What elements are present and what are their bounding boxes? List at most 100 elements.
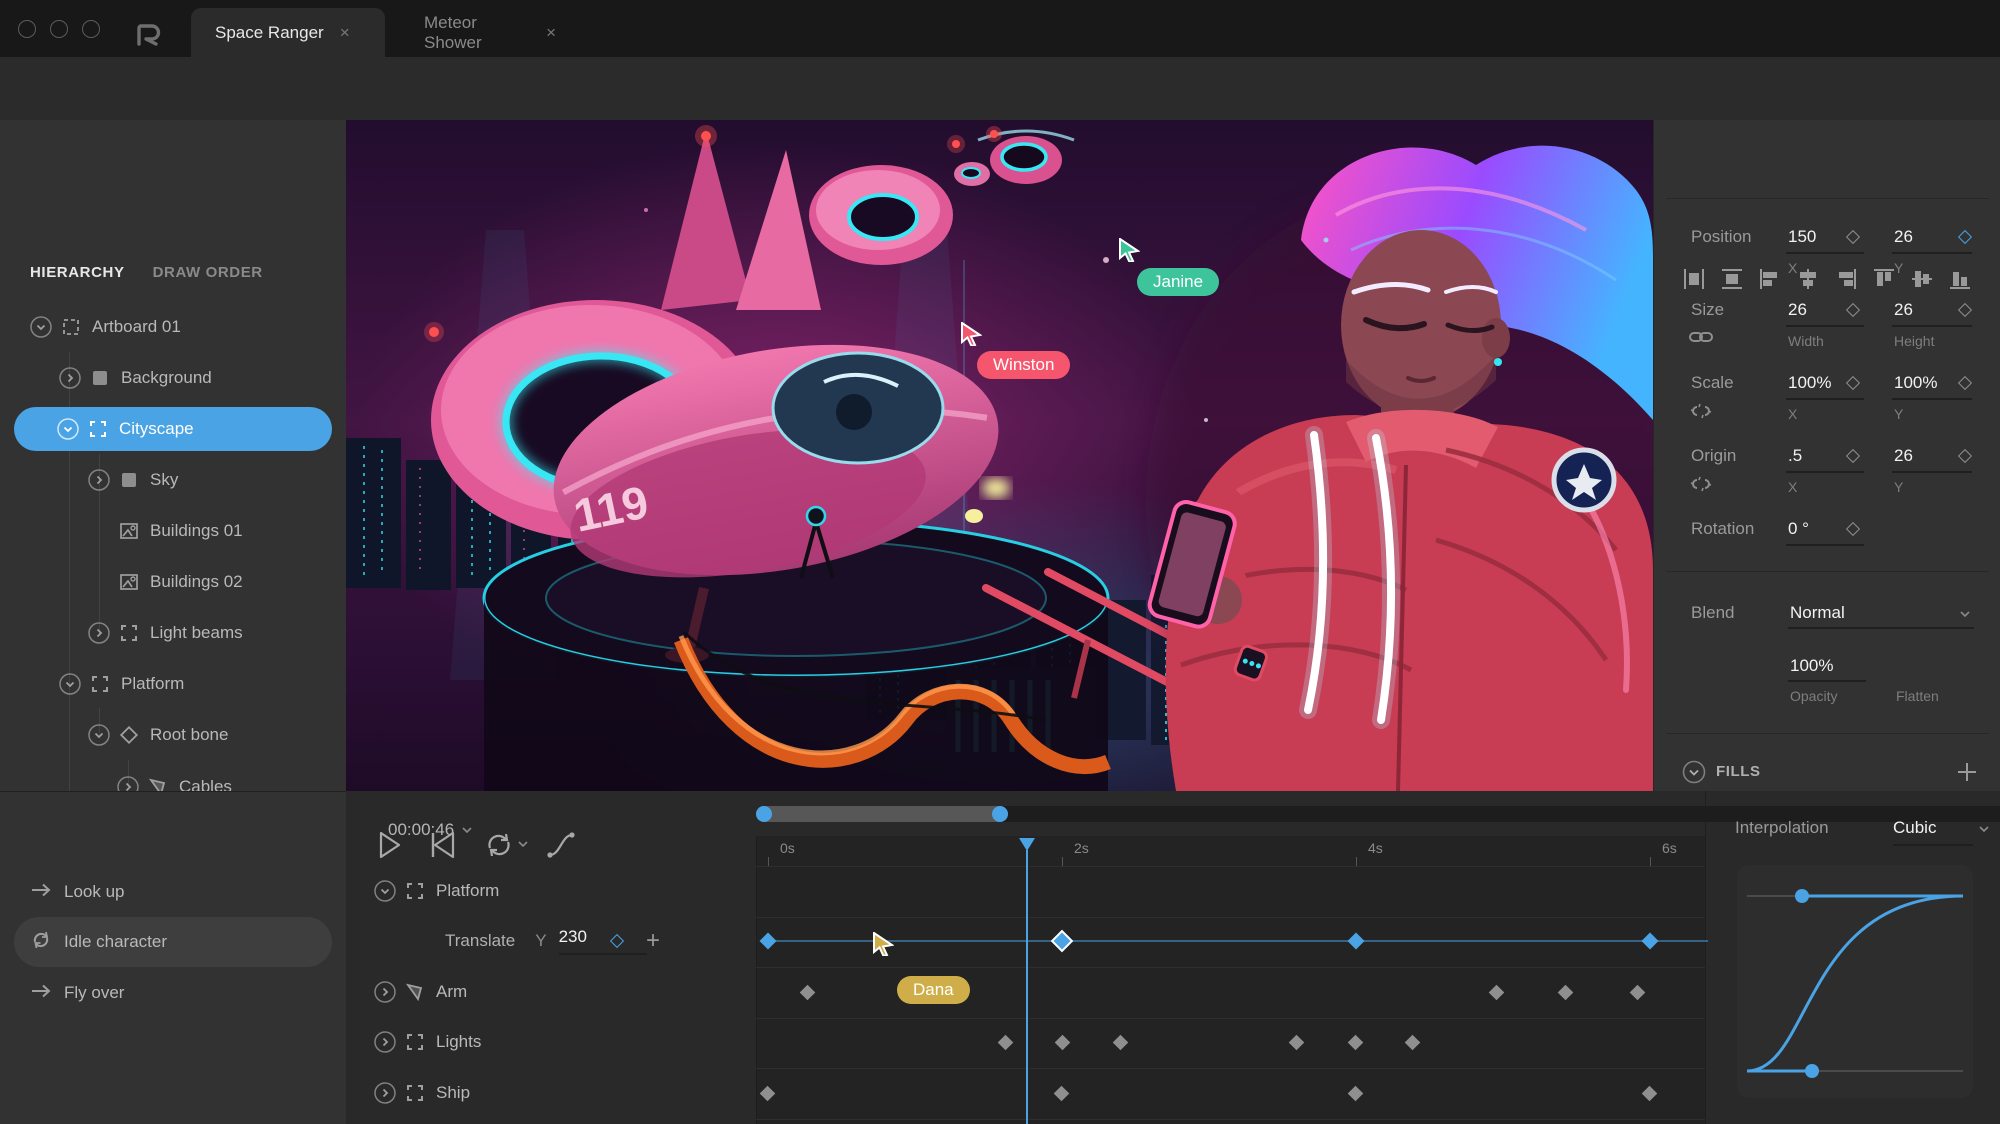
timeline-row-label[interactable]: Lights bbox=[436, 1032, 481, 1052]
align-center-vertical-icon[interactable] bbox=[1910, 267, 1934, 291]
interpolation-dropdown[interactable]: Cubic bbox=[1893, 818, 1936, 838]
expander-down-icon[interactable] bbox=[57, 418, 79, 440]
align-right-icon[interactable] bbox=[1834, 267, 1858, 291]
expander-right-icon[interactable] bbox=[88, 622, 110, 644]
canvas-stage[interactable]: 119 bbox=[346, 120, 1653, 791]
chevron-down-icon[interactable] bbox=[1960, 611, 1970, 617]
scrollbar-right-handle[interactable] bbox=[992, 806, 1008, 822]
curve-in-handle[interactable] bbox=[1795, 889, 1809, 903]
hierarchy-item-label[interactable]: Root bone bbox=[150, 725, 228, 745]
scrollbar-left-handle[interactable] bbox=[756, 806, 772, 822]
expander-right-icon[interactable] bbox=[374, 981, 396, 1003]
rotation-field[interactable]: 0 ° bbox=[1788, 519, 1809, 539]
scale-x-keyframe-diamond[interactable] bbox=[1846, 376, 1860, 390]
document-tab-meteor-shower[interactable]: Meteor Shower × bbox=[400, 8, 580, 57]
chevron-down-icon[interactable] bbox=[518, 841, 528, 847]
origin-x-field[interactable]: .5 bbox=[1788, 446, 1802, 466]
hierarchy-item-buildings-01[interactable]: Buildings 01 bbox=[0, 509, 346, 553]
broken-link-icon[interactable] bbox=[1689, 476, 1713, 492]
timeline-row-lights[interactable]: Lights bbox=[346, 1017, 756, 1067]
size-height-keyframe-diamond[interactable] bbox=[1958, 303, 1972, 317]
scale-y-keyframe-diamond[interactable] bbox=[1958, 376, 1972, 390]
timeline-track-area[interactable] bbox=[756, 836, 1705, 1124]
align-center-horizontal-icon[interactable] bbox=[1796, 267, 1820, 291]
animation-item-label[interactable]: Fly over bbox=[64, 983, 124, 1003]
expander-right-icon[interactable] bbox=[59, 367, 81, 389]
add-keyframe-icon[interactable]: + bbox=[646, 931, 660, 951]
origin-x-keyframe-diamond[interactable] bbox=[1846, 449, 1860, 463]
hierarchy-item-sky[interactable]: Sky bbox=[0, 458, 346, 502]
align-top-icon[interactable] bbox=[1872, 267, 1896, 291]
hierarchy-item-label[interactable]: Sky bbox=[150, 470, 178, 490]
hierarchy-item-label[interactable]: Light beams bbox=[150, 623, 243, 643]
expander-right-icon[interactable] bbox=[374, 1082, 396, 1104]
align-bottom-icon[interactable] bbox=[1948, 267, 1972, 291]
position-y-keyframe-diamond[interactable] bbox=[1958, 230, 1972, 244]
timeline-row-platform[interactable]: Platform bbox=[346, 866, 756, 916]
tab-draw-order[interactable]: DRAW ORDER bbox=[153, 264, 263, 281]
animation-item-fly-over[interactable]: Fly over bbox=[0, 968, 346, 1018]
hierarchy-item-root-bone[interactable]: Root bone bbox=[0, 713, 346, 757]
hierarchy-item-cityscape[interactable]: Cityscape bbox=[14, 407, 332, 451]
expander-down-icon[interactable] bbox=[59, 673, 81, 695]
origin-y-keyframe-diamond[interactable] bbox=[1958, 449, 1972, 463]
timeline-ruler[interactable]: 0s2s4s6s bbox=[756, 836, 1705, 868]
distribute-horizontal-icon[interactable] bbox=[1682, 267, 1706, 291]
hierarchy-item-artboard-01[interactable]: Artboard 01 bbox=[0, 305, 346, 349]
hierarchy-item-platform[interactable]: Platform bbox=[0, 662, 346, 706]
timeline-zoom-scrollbar-thumb[interactable] bbox=[756, 806, 1008, 822]
size-width-keyframe-diamond[interactable] bbox=[1846, 303, 1860, 317]
position-y-field[interactable]: 26 bbox=[1894, 227, 1913, 247]
expander-right-icon[interactable] bbox=[374, 1031, 396, 1053]
hierarchy-item-buildings-02[interactable]: Buildings 02 bbox=[0, 560, 346, 604]
timeline-row-translate[interactable]: TranslateY230+ bbox=[346, 916, 756, 966]
align-left-icon[interactable] bbox=[1758, 267, 1782, 291]
hierarchy-item-label[interactable]: Artboard 01 bbox=[92, 317, 181, 337]
expander-down-icon[interactable] bbox=[374, 880, 396, 902]
interpolation-tool-icon[interactable] bbox=[546, 831, 576, 859]
origin-y-field[interactable]: 26 bbox=[1894, 446, 1913, 466]
tab-hierarchy[interactable]: HIERARCHY bbox=[30, 264, 125, 281]
animation-item-idle-character[interactable]: Idle character bbox=[14, 917, 332, 967]
position-x-keyframe-diamond[interactable] bbox=[1846, 230, 1860, 244]
timeline-row-ship[interactable]: Ship bbox=[346, 1068, 756, 1118]
distribute-vertical-icon[interactable] bbox=[1720, 267, 1744, 291]
play-button[interactable] bbox=[378, 831, 402, 859]
scale-y-field[interactable]: 100% bbox=[1894, 373, 1937, 393]
interpolation-curve-editor[interactable] bbox=[1737, 865, 1973, 1098]
skip-to-start-button[interactable] bbox=[430, 831, 456, 859]
window-maximize-button[interactable] bbox=[82, 20, 100, 38]
timeline-row-label[interactable]: Platform bbox=[436, 881, 499, 901]
animation-item-label[interactable]: Look up bbox=[64, 882, 125, 902]
position-x-field[interactable]: 150 bbox=[1788, 227, 1816, 247]
document-tab-space-ranger[interactable]: Space Ranger × bbox=[191, 8, 385, 57]
animation-item-label[interactable]: Idle character bbox=[64, 932, 167, 952]
hierarchy-item-label[interactable]: Platform bbox=[121, 674, 184, 694]
size-width-field[interactable]: 26 bbox=[1788, 300, 1807, 320]
hierarchy-item-label[interactable]: Cityscape bbox=[119, 419, 194, 439]
loop-mode-button[interactable] bbox=[484, 832, 514, 858]
hierarchy-item-label[interactable]: Buildings 02 bbox=[150, 572, 243, 592]
chevron-down-icon[interactable] bbox=[1979, 826, 1989, 832]
rotation-keyframe-diamond[interactable] bbox=[1846, 522, 1860, 536]
timeline-row-label[interactable]: Ship bbox=[436, 1083, 470, 1103]
expander-down-icon[interactable] bbox=[30, 316, 52, 338]
fills-expander-icon[interactable] bbox=[1682, 760, 1706, 784]
property-value-field[interactable]: 230 bbox=[559, 927, 647, 955]
timeline-row-arm[interactable]: Arm bbox=[346, 967, 756, 1017]
expander-down-icon[interactable] bbox=[88, 724, 110, 746]
tab-close-icon[interactable]: × bbox=[546, 23, 556, 43]
hierarchy-item-light-beams[interactable]: Light beams bbox=[0, 611, 346, 655]
scale-x-field[interactable]: 100% bbox=[1788, 373, 1831, 393]
animation-item-look-up[interactable]: Look up bbox=[0, 867, 346, 917]
hierarchy-item-label[interactable]: Buildings 01 bbox=[150, 521, 243, 541]
hierarchy-item-label[interactable]: Background bbox=[121, 368, 212, 388]
link-icon[interactable] bbox=[1689, 330, 1713, 344]
timeline-row-label[interactable]: Arm bbox=[436, 982, 467, 1002]
hierarchy-item-background[interactable]: Background bbox=[0, 356, 346, 400]
window-minimize-button[interactable] bbox=[50, 20, 68, 38]
fills-header[interactable]: FILLS bbox=[1716, 763, 1761, 780]
tab-close-icon[interactable]: × bbox=[340, 23, 350, 43]
window-close-button[interactable] bbox=[18, 20, 36, 38]
curve-out-handle[interactable] bbox=[1805, 1064, 1819, 1078]
